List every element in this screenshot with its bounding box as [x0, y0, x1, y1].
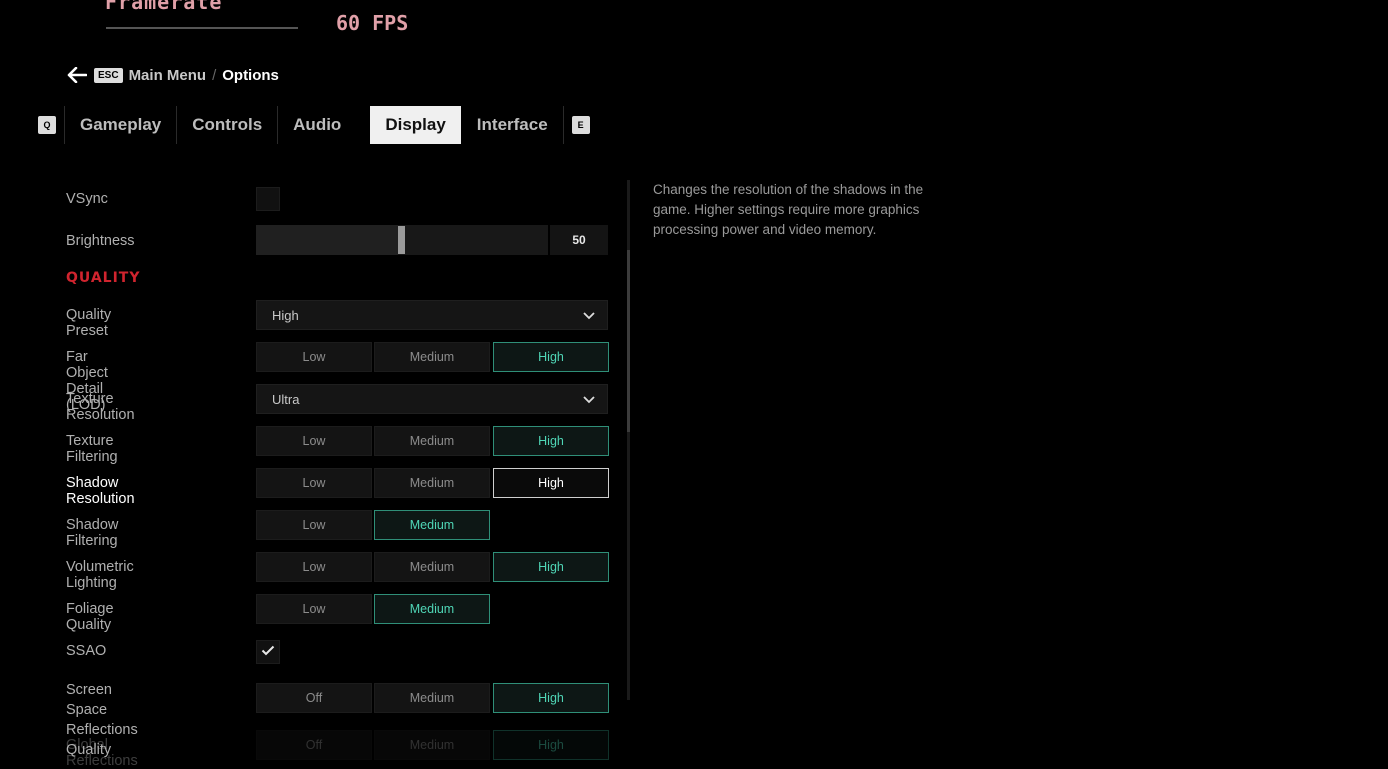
- brightness-label: Brightness: [66, 233, 135, 249]
- brightness-value: 50: [550, 225, 608, 255]
- texture-filtering-low[interactable]: Low: [256, 426, 372, 456]
- shadow-filtering-label: Shadow Filtering: [66, 517, 119, 549]
- tab-controls[interactable]: Controls: [177, 106, 277, 144]
- foliage-quality-low[interactable]: Low: [256, 594, 372, 624]
- vsync-checkbox[interactable]: [256, 187, 280, 211]
- shadow-resolution-medium[interactable]: Medium: [374, 468, 490, 498]
- volumetric-lighting-high[interactable]: High: [493, 552, 609, 582]
- global-reflections-label: Global Reflections: [66, 737, 138, 769]
- back-arrow-icon[interactable]: [66, 64, 88, 86]
- breadcrumb-main-menu[interactable]: Main Menu: [129, 67, 207, 84]
- texture-resolution-label: Texture Resolution: [66, 391, 135, 423]
- tab-audio[interactable]: Audio: [278, 106, 356, 144]
- options-tabs: Q Gameplay Controls Audio Display Interf…: [38, 106, 590, 144]
- framerate-label: Framerate: [105, 0, 223, 14]
- tab-gameplay[interactable]: Gameplay: [65, 106, 176, 144]
- far-object-detail-low[interactable]: Low: [256, 342, 372, 372]
- tab-divider: [562, 106, 564, 144]
- prev-tab-key-hint[interactable]: Q: [38, 116, 56, 134]
- brightness-slider-fill: [256, 225, 398, 255]
- framerate-value: 60 FPS: [336, 11, 409, 35]
- global-reflections-off[interactable]: Off: [256, 730, 372, 760]
- ssao-checkbox[interactable]: [256, 640, 280, 664]
- volumetric-lighting-medium[interactable]: Medium: [374, 552, 490, 582]
- foliage-quality-medium[interactable]: Medium: [374, 594, 490, 624]
- quality-preset-dropdown[interactable]: High: [256, 300, 608, 330]
- far-object-detail-high[interactable]: High: [493, 342, 609, 372]
- vsync-label: VSync: [66, 191, 108, 207]
- texture-resolution-value: Ultra: [272, 391, 300, 407]
- chevron-down-icon: [583, 308, 595, 323]
- quality-preset-value: High: [272, 307, 299, 323]
- tab-interface[interactable]: Interface: [462, 106, 563, 144]
- tab-display[interactable]: Display: [370, 106, 461, 144]
- settings-scrollbar-thumb[interactable]: [627, 250, 630, 432]
- setting-description: Changes the resolution of the shadows in…: [653, 182, 924, 237]
- esc-key-hint: ESC: [94, 67, 123, 83]
- ssr-quality-label-line1: Screen Space Reflections: [66, 682, 138, 738]
- global-reflections-high[interactable]: High: [493, 730, 609, 760]
- texture-filtering-label: Texture Filtering: [66, 433, 118, 465]
- next-tab-key-hint[interactable]: E: [571, 116, 590, 134]
- shadow-filtering-medium[interactable]: Medium: [374, 510, 490, 540]
- checkmark-icon: [261, 643, 275, 661]
- ssr-quality-off[interactable]: Off: [256, 683, 372, 713]
- ssr-quality-medium[interactable]: Medium: [374, 683, 490, 713]
- shadow-resolution-low[interactable]: Low: [256, 468, 372, 498]
- volumetric-lighting-label: Volumetric Lighting: [66, 559, 134, 591]
- volumetric-lighting-low[interactable]: Low: [256, 552, 372, 582]
- brightness-slider[interactable]: [256, 225, 548, 255]
- far-object-detail-medium[interactable]: Medium: [374, 342, 490, 372]
- global-reflections-medium[interactable]: Medium: [374, 730, 490, 760]
- chevron-down-icon: [583, 392, 595, 407]
- shadow-resolution-high[interactable]: High: [493, 468, 609, 498]
- shadow-resolution-label: Shadow Resolution: [66, 475, 135, 507]
- ssr-quality-high[interactable]: High: [493, 683, 609, 713]
- texture-resolution-dropdown[interactable]: Ultra: [256, 384, 608, 414]
- shadow-filtering-low[interactable]: Low: [256, 510, 372, 540]
- texture-filtering-medium[interactable]: Medium: [374, 426, 490, 456]
- brightness-slider-thumb[interactable]: [398, 226, 405, 254]
- breadcrumb-separator: /: [212, 66, 217, 84]
- quality-preset-label: Quality Preset: [66, 307, 112, 339]
- texture-filtering-high[interactable]: High: [493, 426, 609, 456]
- foliage-quality-label: Foliage Quality: [66, 601, 114, 633]
- breadcrumb: ESC Main Menu / Options: [66, 64, 279, 86]
- quality-section-title: QUALITY: [66, 270, 141, 286]
- ssao-label: SSAO: [66, 643, 107, 659]
- breadcrumb-options: Options: [222, 66, 279, 84]
- framerate-underline: [106, 27, 298, 29]
